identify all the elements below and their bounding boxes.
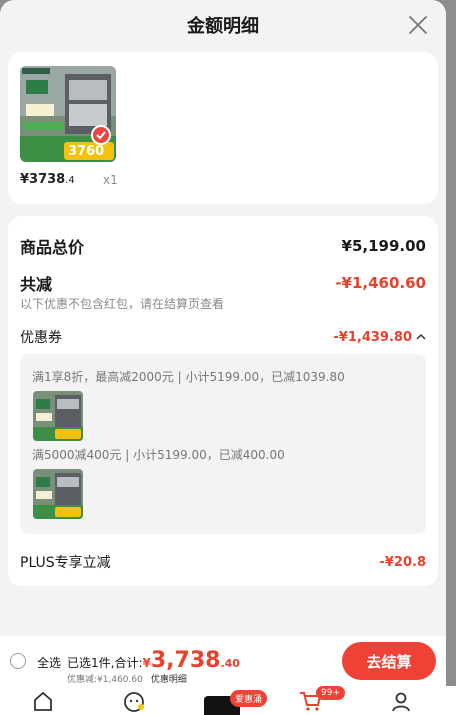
- coupon-detail-box: 满1享8折，最高减2000元 | 小计5199.00，已减1039.80 满50…: [20, 354, 426, 534]
- discount-detail-link[interactable]: 优惠明细: [151, 675, 187, 685]
- bottom-tab-bar: 爱惠涌 99+: [0, 686, 456, 715]
- selected-summary: 已选1件,合计: ¥ 3,738 .40: [67, 648, 240, 673]
- coupon-value: -¥1,439.80: [333, 329, 412, 345]
- coupon-product-thumb: [33, 391, 83, 441]
- goods-total-label: 商品总价: [20, 238, 85, 257]
- mascot-icon[interactable]: [122, 690, 146, 712]
- coupon-item-text: 满5000减400元 | 小计5199.00，已减400.00: [32, 448, 285, 462]
- plus-discount-value: -¥20.8: [379, 554, 426, 570]
- total-reduce-value: -¥1,460.60: [335, 274, 426, 292]
- product-image-price: 3760: [68, 144, 105, 159]
- product-qty: x1: [103, 173, 118, 187]
- checkout-bar: 全选 已选1件,合计: ¥ 3,738 .40 优惠减:¥1,460.60 优惠明…: [0, 636, 446, 686]
- amount-detail-sheet: 金额明细 3760 ¥3738.4 x1 商品总价 ¥5,199.00 共减 -…: [0, 0, 446, 715]
- selected-count-text: 已选1件,合计:: [67, 656, 143, 670]
- sheet-title: 金额明细: [187, 16, 259, 37]
- close-icon[interactable]: [408, 15, 428, 35]
- product-price-dec: .4: [65, 175, 75, 186]
- coupon-item-text: 满1享8折，最高减2000元 | 小计5199.00，已减1039.80: [32, 370, 345, 384]
- select-all-radio[interactable]: [10, 653, 26, 669]
- product-card: 3760 ¥3738.4 x1: [8, 52, 438, 204]
- goods-total-row: 商品总价 ¥5,199.00: [20, 234, 426, 258]
- coupon-row[interactable]: 优惠券 -¥1,439.80: [20, 327, 426, 347]
- coupon-product-thumb: [33, 469, 83, 519]
- total-amount-decimal: .40: [220, 657, 240, 670]
- price-summary-card: 商品总价 ¥5,199.00 共减 -¥1,460.60 以下优惠不包含红包，请…: [8, 216, 438, 586]
- product-price: ¥3738.4: [20, 172, 75, 187]
- selected-check-icon: [91, 125, 111, 145]
- discount-line: 优惠减:¥1,460.60 优惠明细: [67, 672, 187, 685]
- checkout-button[interactable]: 去结算: [342, 642, 436, 680]
- plus-discount-label: PLUS专享立减: [20, 555, 111, 571]
- discount-text: 优惠减:¥1,460.60: [67, 675, 143, 685]
- sheet-header: 金额明细: [0, 0, 446, 50]
- goods-total-value: ¥5,199.00: [341, 237, 426, 255]
- product-price-int: ¥3738: [20, 172, 66, 187]
- product-image[interactable]: 3760: [20, 66, 116, 162]
- select-all-label[interactable]: 全选: [37, 654, 61, 671]
- reduce-note: 以下优惠不包含红包，请在结算页查看: [20, 297, 225, 311]
- coupon-label: 优惠券: [20, 330, 62, 346]
- total-reduce-label: 共减: [20, 275, 53, 294]
- total-amount: 3,738: [150, 648, 221, 673]
- profile-icon[interactable]: [390, 690, 412, 712]
- chevron-up-icon[interactable]: [416, 333, 426, 341]
- home-icon[interactable]: [32, 690, 54, 712]
- total-reduce-row: 共减 -¥1,460.60: [20, 271, 426, 295]
- aihuiyong-badge: 爱惠涌: [230, 690, 268, 707]
- cart-count-badge: 99+: [316, 686, 345, 700]
- plus-discount-row: PLUS专享立减 -¥20.8: [20, 552, 426, 572]
- total-currency: ¥: [142, 656, 151, 670]
